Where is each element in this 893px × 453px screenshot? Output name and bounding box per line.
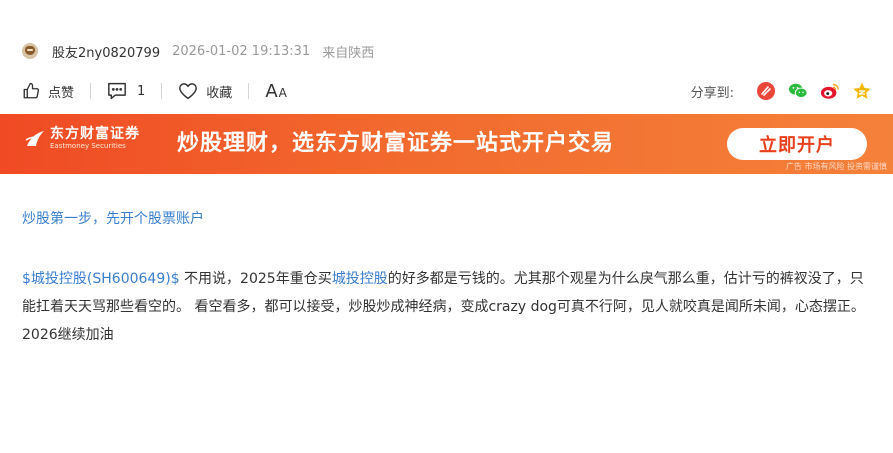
logo-text-cn: 东方财富证券 xyxy=(50,126,140,142)
post-timestamp: 2026-01-02 19:13:31 xyxy=(172,43,311,59)
thumb-up-icon xyxy=(22,82,40,100)
eastmoney-logo-icon xyxy=(25,130,44,146)
post-meta: 股友2ny0820799 2026-01-02 19:13:31 来自陕西 xyxy=(22,40,374,62)
banner-slogan: 炒股理财，选东方财富证券一站式开户交易 xyxy=(177,131,615,156)
favorite-button[interactable]: 收藏 xyxy=(178,82,232,101)
ad-banner[interactable]: 东方财富证券 Eastmoney Securities 炒股理财，选东方财富证券… xyxy=(0,114,893,174)
font-size-large: A xyxy=(265,80,278,102)
share-group: 分享到: xyxy=(691,81,872,101)
avatar[interactable] xyxy=(22,43,38,59)
post-text: 不用说，2025年重仓买 xyxy=(179,271,332,287)
eastmoney-logo: 东方财富证券 Eastmoney Securities xyxy=(24,126,140,151)
heart-icon xyxy=(178,82,198,100)
stock-tag-link[interactable]: $城投控股(SH600649)$ xyxy=(22,271,180,287)
like-label: 点赞 xyxy=(48,85,75,101)
logo-text-en: Eastmoney Securities xyxy=(50,142,126,150)
weibo-icon[interactable] xyxy=(756,81,776,101)
open-account-link[interactable]: 炒股第一步，先开个股票账户 xyxy=(22,208,204,228)
like-button[interactable]: 点赞 xyxy=(22,82,74,101)
action-bar: 点赞 1 收藏 A A 分享到: xyxy=(22,78,872,104)
divider xyxy=(90,83,92,99)
comment-icon xyxy=(107,82,127,100)
divider xyxy=(161,83,163,99)
username[interactable]: 股友2ny0820799 xyxy=(52,42,160,61)
comment-count: 1 xyxy=(137,83,146,99)
stock-link[interactable]: 城投控股 xyxy=(332,271,388,287)
open-account-button[interactable]: 立即开户 xyxy=(727,128,867,160)
ad-disclaimer: 广告 市场有风险 投资需谨慎 xyxy=(785,162,887,171)
post-content: $城投控股(SH600649)$ 不用说，2025年重仓买城投控股的好多都是亏钱… xyxy=(22,265,872,349)
favorite-label: 收藏 xyxy=(206,85,233,101)
comment-button[interactable]: 1 xyxy=(107,82,145,100)
font-size-small: A xyxy=(278,85,287,100)
sina-weibo-icon[interactable] xyxy=(820,81,840,101)
font-size-toggle[interactable]: A A xyxy=(265,81,287,102)
post-location: 来自陕西 xyxy=(322,45,375,61)
qzone-icon[interactable] xyxy=(852,81,872,101)
share-label: 分享到: xyxy=(690,85,734,101)
divider xyxy=(248,83,250,99)
wechat-icon[interactable] xyxy=(788,81,808,101)
